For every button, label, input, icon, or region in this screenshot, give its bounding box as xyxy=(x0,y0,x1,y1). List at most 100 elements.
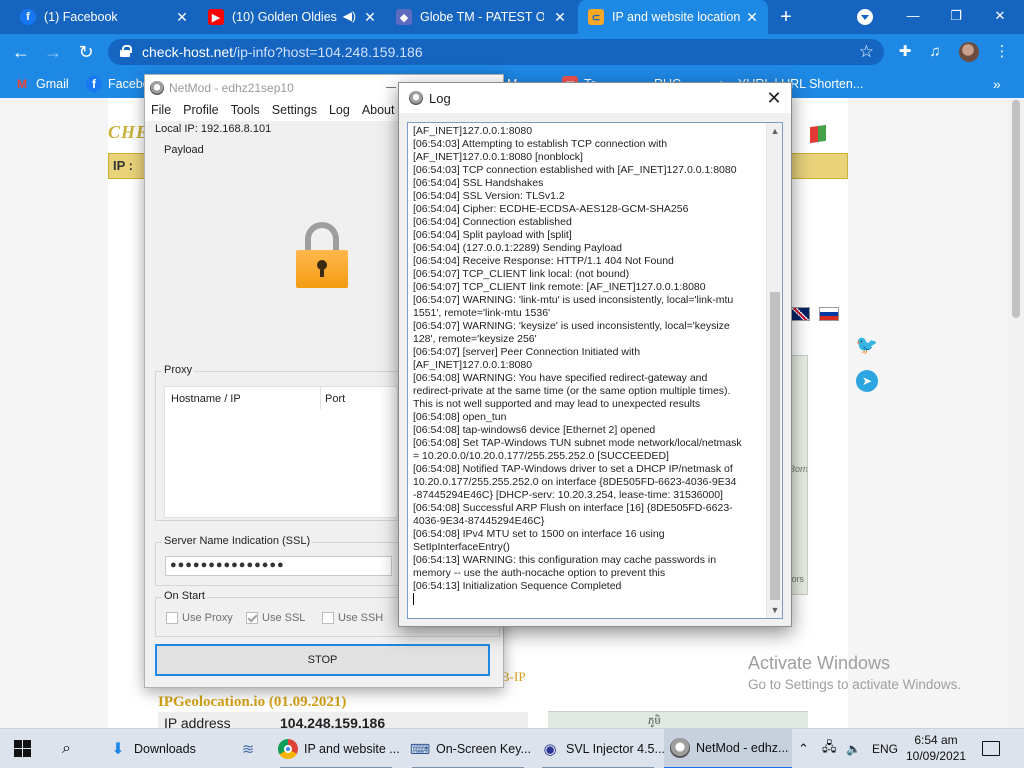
minimize-icon[interactable] xyxy=(386,87,396,88)
ru-flag-icon[interactable] xyxy=(819,307,840,321)
tab-ip-website-location[interactable]: ⊂ IP and website location ✕ xyxy=(578,0,768,34)
page-scrollbar[interactable] xyxy=(1008,98,1024,728)
menu-tools[interactable]: Tools xyxy=(225,101,266,121)
log-line: SetIpInterfaceEntry() xyxy=(413,541,510,553)
clock[interactable]: 6:54 am 10/09/2021 xyxy=(906,732,966,764)
checkbox-label: Use SSH xyxy=(338,612,384,624)
taskbar-downloads[interactable]: ⬇ Downloads xyxy=(100,729,224,768)
scrollbar-thumb[interactable] xyxy=(1012,100,1020,318)
close-window-icon[interactable]: ✕ xyxy=(990,6,1010,26)
log-titlebar[interactable]: Log ✕ xyxy=(399,83,791,113)
taskbar-onscreen-keyboard[interactable]: ⌨ On-Screen Key... xyxy=(404,729,532,768)
lock-icon[interactable] xyxy=(120,45,132,57)
notification-icon[interactable] xyxy=(982,741,1000,756)
lock-icon[interactable] xyxy=(296,222,348,288)
log-scrollbar[interactable]: ▲ ▼ xyxy=(766,123,782,618)
menu-file[interactable]: File xyxy=(145,101,177,121)
map-label: ភូមិ xyxy=(648,716,661,727)
site-logo[interactable]: CHE xyxy=(108,122,149,143)
taskbar-label: SVL Injector 4.5... xyxy=(566,742,665,756)
address-bar[interactable]: check-host.net/ip-info?host=104.248.159.… xyxy=(108,39,884,65)
tab-search-icon[interactable] xyxy=(857,9,873,25)
proxy-table[interactable]: Hostname / IP Port xyxy=(164,386,398,518)
taskbar-netmod[interactable]: NetMod - edhz... xyxy=(664,729,792,768)
log-line: 1551', remote='link-mtu 1536' xyxy=(413,307,551,319)
checkhost-icon: ⊂ xyxy=(588,9,604,25)
log-textarea[interactable]: [AF_INET]127.0.0.1:8080 [06:54:03] Attemp… xyxy=(407,122,783,619)
scroll-down-icon[interactable]: ▼ xyxy=(767,602,782,618)
speaker-icon[interactable]: ◀) xyxy=(343,9,356,23)
tab-golden-oldies[interactable]: ▶ (10) Golden Oldies ◀) ✕ xyxy=(198,0,386,34)
avatar[interactable] xyxy=(959,42,979,62)
bookmark-facebook[interactable]: f Facebo xyxy=(86,70,150,98)
volume-icon[interactable]: 🔈 xyxy=(846,729,861,768)
use-ssh-checkbox[interactable]: Use SSH xyxy=(322,612,383,624)
tray-expand-icon[interactable]: ⌃ xyxy=(798,729,809,768)
scrollbar-thumb[interactable] xyxy=(770,292,780,600)
clock-time: 6:54 am xyxy=(914,733,958,747)
uk-flag-icon[interactable] xyxy=(790,307,810,321)
close-icon[interactable]: ✕ xyxy=(174,9,190,25)
network-icon[interactable]: 🖧 xyxy=(822,729,837,768)
log-line: [06:54:08] open_tun xyxy=(413,411,507,423)
text-caret xyxy=(413,593,765,606)
youtube-icon: ▶ xyxy=(208,9,224,25)
sni-input[interactable]: ●●●●●●●●●●●●●●● xyxy=(165,556,392,576)
search-icon[interactable]: ⌕ xyxy=(62,729,84,768)
menu-about[interactable]: About xyxy=(356,101,401,121)
new-tab-button[interactable]: + xyxy=(774,6,798,28)
twitter-icon[interactable]: 🐦 xyxy=(856,334,878,356)
menu-log[interactable]: Log xyxy=(323,101,356,121)
log-line: -87445294E46C} [DHCP-serv: 10.20.3.254, … xyxy=(413,489,723,501)
facebook-icon: f xyxy=(20,9,36,25)
reload-icon[interactable]: ↻ xyxy=(75,41,97,63)
tab-title: IP and website location xyxy=(612,10,741,24)
checkbox-box[interactable] xyxy=(322,612,334,624)
log-line: [06:54:07] WARNING: 'keysize' is used in… xyxy=(413,320,730,332)
taskbar-chrome[interactable]: IP and website ... xyxy=(272,729,400,768)
bookmark-label: Gmail xyxy=(36,77,69,91)
stop-button[interactable]: STOP xyxy=(155,644,490,676)
bookmark-gmail[interactable]: M Gmail xyxy=(14,70,69,98)
menu-profile[interactable]: Profile xyxy=(177,101,224,121)
taskbar-svl-injector[interactable]: ◉ SVL Injector 4.5... xyxy=(534,729,665,768)
language-indicator[interactable]: ENG xyxy=(872,729,898,768)
svl-icon: ◉ xyxy=(543,741,557,758)
use-proxy-checkbox[interactable]: Use Proxy xyxy=(166,612,233,624)
close-icon[interactable]: ✕ xyxy=(744,9,760,25)
taskbar: ⌕ ⬇ Downloads ≋ IP and website ... ⌨ On-… xyxy=(0,728,1024,768)
log-line: [06:54:08] Set TAP-Windows TUN subnet mo… xyxy=(413,437,742,449)
taskbar-app[interactable]: ≋ xyxy=(232,729,268,768)
menu-icon[interactable]: ⋮ xyxy=(993,43,1011,61)
forward-icon[interactable]: → xyxy=(42,41,64,63)
keyboard-icon: ⌨ xyxy=(409,740,431,757)
menu-settings[interactable]: Settings xyxy=(266,101,323,121)
bookmark-star-icon[interactable]: ☆ xyxy=(859,42,874,62)
proxy-label: Proxy xyxy=(162,364,195,376)
back-icon[interactable]: ← xyxy=(10,41,32,63)
media-control-icon[interactable]: ♫ xyxy=(926,43,944,61)
use-ssl-checkbox[interactable]: Use SSL xyxy=(246,612,305,624)
facebook-icon: f xyxy=(86,76,102,92)
telegram-icon[interactable]: ➤ xyxy=(856,370,878,392)
column-port[interactable]: Port xyxy=(325,393,345,405)
windows-start-icon[interactable] xyxy=(14,740,32,758)
extensions-icon[interactable]: ✚ xyxy=(896,43,914,61)
tab-facebook[interactable]: f (1) Facebook ✕ xyxy=(10,0,198,34)
window-title: Log xyxy=(429,90,451,106)
download-icon: ⬇ xyxy=(111,741,125,758)
checkbox-box[interactable] xyxy=(246,612,258,624)
tab-globe-tm[interactable]: ◆ Globe TM - PATEST OV ✕ xyxy=(386,0,576,34)
scroll-up-icon[interactable]: ▲ xyxy=(767,123,782,139)
checkbox-box[interactable] xyxy=(166,612,178,624)
close-icon[interactable]: ✕ xyxy=(765,89,783,107)
close-icon[interactable]: ✕ xyxy=(552,9,568,25)
close-icon[interactable]: ✕ xyxy=(362,9,378,25)
restore-icon[interactable]: ❐ xyxy=(946,6,966,26)
minimize-icon[interactable]: — xyxy=(903,6,923,26)
column-hostname[interactable]: Hostname / IP xyxy=(171,393,241,405)
more-bookmarks-icon[interactable]: » xyxy=(993,70,1001,98)
map-view[interactable]: ភូមិ xyxy=(548,711,808,728)
log-line: This is not well supported and may lead … xyxy=(413,398,701,410)
ip-address-value: 104.248.159.186 xyxy=(280,715,386,728)
